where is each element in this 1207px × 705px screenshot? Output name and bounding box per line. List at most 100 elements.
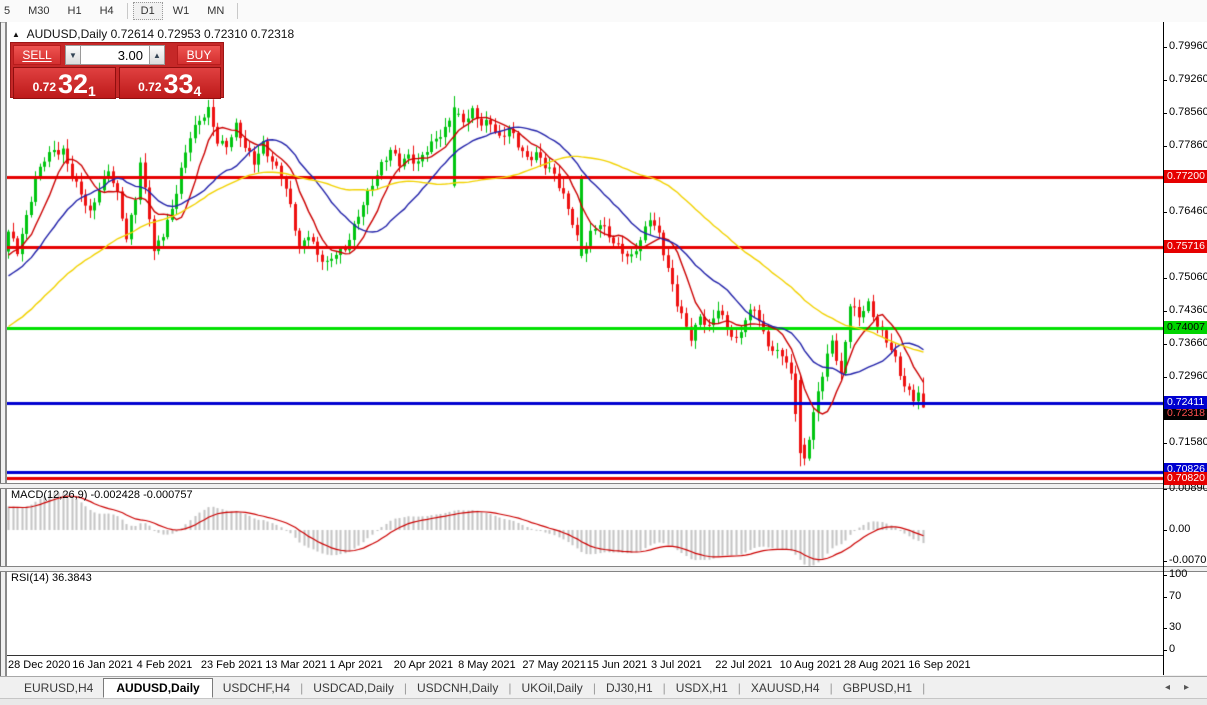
tab-scroll-arrows: ◂ ▸ <box>1165 682 1189 693</box>
volume-increase-button[interactable]: ▲ <box>149 45 165 65</box>
chart-title: ▲ AUDUSD,Daily 0.72614 0.72953 0.72310 0… <box>12 27 294 41</box>
buy-price-display[interactable]: 0.72 33 4 <box>118 67 221 99</box>
time-axis-label: 3 Jul 2021 <box>651 659 702 671</box>
axis-tick-label: 0.78560 <box>1169 106 1207 118</box>
sell-price-display[interactable]: 0.72 32 1 <box>13 67 116 99</box>
axis-tick-label: 100 <box>1169 568 1188 580</box>
rsi-indicator-canvas[interactable] <box>7 570 1163 654</box>
toolbar-separator <box>126 3 128 19</box>
chart-tab-dj30[interactable]: DJ30,H1 <box>596 679 663 697</box>
macd-indicator-label: MACD(12,26,9) -0.002428 -0.000757 <box>11 489 193 501</box>
price-level-tag: 0.72411 <box>1164 396 1207 409</box>
chart-tab-usdchf[interactable]: USDCHF,H4 <box>213 679 300 697</box>
axis-tick-label: 0.76460 <box>1169 205 1207 217</box>
window-left-border <box>0 22 1 704</box>
axis-tick-mark <box>1163 575 1167 576</box>
macd-rsi-splitter[interactable] <box>0 566 1207 572</box>
time-axis: 28 Dec 2020 16 Jan 2021 4 Feb 2021 23 Feb 2… <box>7 655 1163 676</box>
axis-tick-label: 0.79960 <box>1169 40 1207 52</box>
time-axis-label: 23 Feb 2021 <box>200 659 263 671</box>
chart-title-quotes: 0.72614 0.72953 0.72310 0.72318 <box>110 27 295 41</box>
sell-price-sup: 1 <box>88 83 96 99</box>
timeframe-button-mn[interactable]: MN <box>199 2 232 20</box>
chart-title-symbol: AUDUSD,Daily <box>26 27 108 41</box>
axis-tick-label: 0.71580 <box>1169 436 1207 448</box>
chart-collapse-icon[interactable]: ▲ <box>12 30 20 39</box>
chart-tab-usdcad[interactable]: USDCAD,Daily <box>303 679 404 697</box>
chevron-down-icon: ▼ <box>69 50 77 60</box>
tab-scroll-right-icon[interactable]: ▸ <box>1184 682 1189 693</box>
buy-price-small: 0.72 <box>138 80 162 94</box>
axis-tick-mark <box>1163 212 1167 213</box>
timeframe-button-w1[interactable]: W1 <box>165 2 198 20</box>
tab-scroll-left-icon[interactable]: ◂ <box>1165 682 1170 693</box>
one-click-trading-panel: SELL ▼ ▲ BUY 0.72321 0.72334 <box>10 42 224 99</box>
time-axis-label: 16 Sep 2021 <box>908 659 971 671</box>
axis-tick-mark <box>1163 146 1167 147</box>
chart-tab-xauusd[interactable]: XAUUSD,H4 <box>741 679 830 697</box>
price-level-tag: 0.77200 <box>1164 170 1207 183</box>
sell-price-small: 0.72 <box>32 80 56 94</box>
volume-input[interactable] <box>81 45 149 65</box>
price-level-tag: 0.70820 <box>1164 472 1207 485</box>
axis-tick-mark <box>1163 278 1167 279</box>
sell-price-big: 32 <box>58 69 89 99</box>
axis-tick-label: 70 <box>1169 590 1182 602</box>
timeframe-button-h4[interactable]: H4 <box>92 2 122 20</box>
rsi-indicator-label: RSI(14) 36.3843 <box>11 572 92 584</box>
chart-tab-usdx[interactable]: USDX,H1 <box>666 679 738 697</box>
chart-tab-bar: EURUSD,H4 AUDUSD,Daily USDCHF,H4 | USDCAD,Da… <box>0 676 1207 698</box>
axis-tick-mark <box>1163 650 1167 651</box>
chart-tab-eurusd[interactable]: EURUSD,H4 <box>14 679 103 697</box>
axis-tick-label: -0.00701 <box>1169 554 1207 566</box>
time-axis-label: 27 May 2021 <box>522 659 586 671</box>
time-axis-label: 1 Apr 2021 <box>329 659 383 671</box>
axis-tick-label: 0.79260 <box>1169 73 1207 85</box>
axis-tick-mark <box>1163 344 1167 345</box>
axis-tick-mark <box>1163 628 1167 629</box>
chart-tab-gbpusd[interactable]: GBPUSD,H1 <box>833 679 922 697</box>
price-axis-line <box>1163 22 1164 675</box>
axis-tick-label: 0.77860 <box>1169 139 1207 151</box>
axis-tick-mark <box>1163 80 1167 81</box>
time-axis-label: 20 Apr 2021 <box>393 659 454 671</box>
time-axis-label: 10 Aug 2021 <box>779 659 842 671</box>
time-axis-label: 15 Jun 2021 <box>586 659 648 671</box>
axis-tick-label: 0.72960 <box>1169 370 1207 382</box>
time-axis-label: 4 Feb 2021 <box>136 659 193 671</box>
chevron-up-icon: ▲ <box>153 50 161 60</box>
time-axis-label: 22 Jul 2021 <box>715 659 773 671</box>
axis-tick-label: 0.73660 <box>1169 337 1207 349</box>
axis-tick-label: 0.74360 <box>1169 304 1207 316</box>
volume-decrease-button[interactable]: ▼ <box>65 45 81 65</box>
timeframe-button-m30[interactable]: M30 <box>20 2 57 20</box>
axis-tick-mark <box>1163 443 1167 444</box>
chart-tab-ukoil[interactable]: UKOil,Daily <box>511 679 592 697</box>
axis-tick-label: 0.00 <box>1169 523 1191 535</box>
timeframe-button-d1[interactable]: D1 <box>132 2 163 20</box>
buy-button[interactable]: BUY <box>177 45 221 65</box>
toolbar-separator <box>237 3 239 19</box>
timeframe-toolbar: 5 M30 H1 H4 D1 W1 MN <box>0 0 1207 23</box>
axis-tick-mark <box>1163 530 1167 531</box>
timeframe-button-5[interactable]: 5 <box>0 2 18 20</box>
axis-tick-label: 0 <box>1169 643 1176 655</box>
axis-tick-mark <box>1163 489 1167 490</box>
buy-price-sup: 4 <box>193 83 202 99</box>
timeframe-button-h1[interactable]: H1 <box>60 2 90 20</box>
time-axis-label: 28 Dec 2020 <box>8 659 71 671</box>
mt4-terminal: { "toolbar": { "timeframes": [ {"label":… <box>0 0 1207 705</box>
sell-button[interactable]: SELL <box>13 45 61 65</box>
time-axis-label: 8 May 2021 <box>458 659 516 671</box>
axis-tick-mark <box>1163 597 1167 598</box>
time-axis-label: 16 Jan 2021 <box>72 659 133 671</box>
time-axis-label: 13 Mar 2021 <box>265 659 327 671</box>
axis-tick-label: 0.75060 <box>1169 271 1207 283</box>
tab-separator: | <box>922 680 926 695</box>
axis-tick-mark <box>1163 311 1167 312</box>
chart-tab-audusd[interactable]: AUDUSD,Daily <box>103 677 213 698</box>
chart-tab-usdcnh[interactable]: USDCNH,Daily <box>407 679 508 697</box>
axis-tick-mark <box>1163 47 1167 48</box>
price-level-tag: 0.74007 <box>1164 321 1207 334</box>
price-level-tag: 0.75716 <box>1164 240 1207 253</box>
